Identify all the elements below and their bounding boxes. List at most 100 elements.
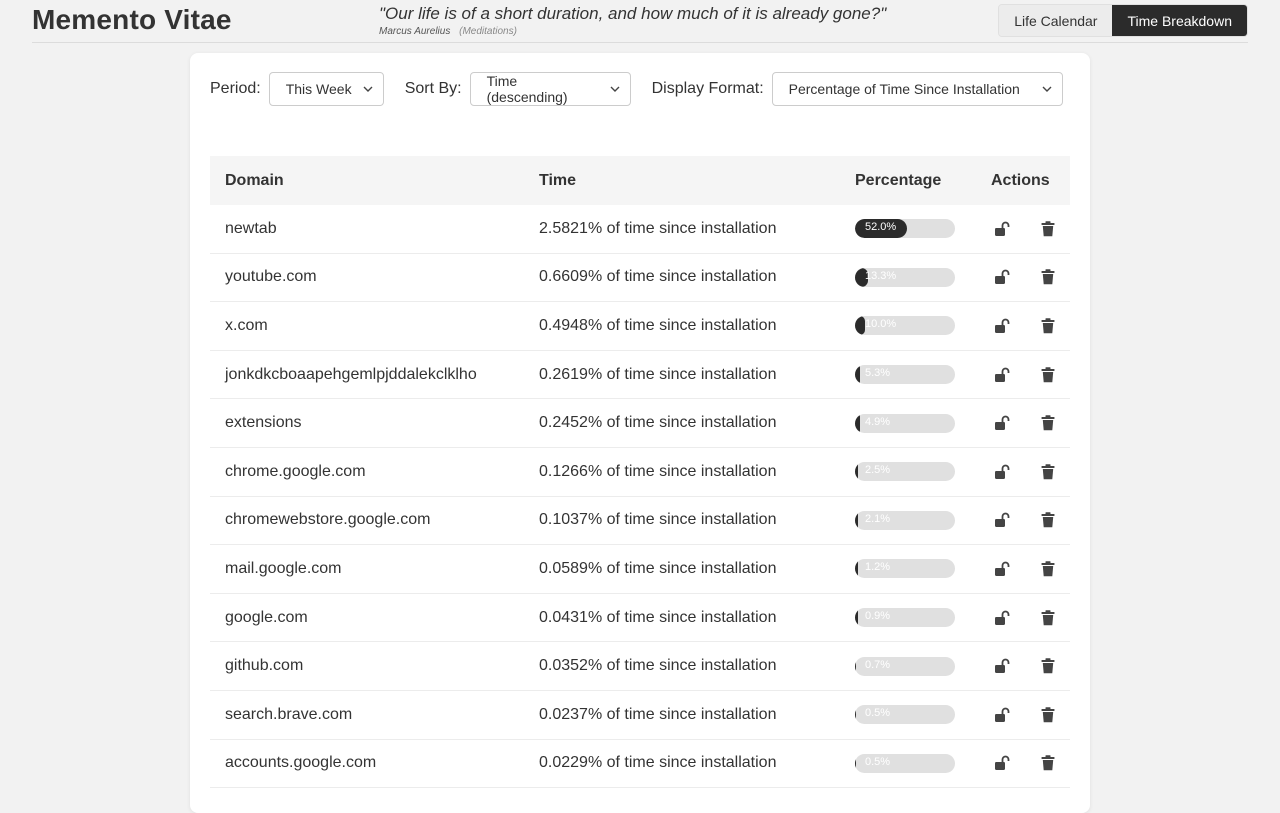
actions-cell (976, 315, 1070, 337)
time-cell: 0.4948% of time since installation (539, 316, 777, 334)
trash-icon[interactable] (1037, 315, 1059, 337)
percentage-bar: 0.5% (855, 753, 955, 773)
trash-icon[interactable] (1037, 364, 1059, 386)
percentage-cell: 4.9% (840, 413, 976, 433)
trash-icon[interactable] (1037, 218, 1059, 240)
unlock-icon[interactable] (991, 655, 1013, 677)
percentage-cell: 5.3% (840, 365, 976, 385)
actions-cell (976, 412, 1070, 434)
header-domain[interactable]: Domain (210, 172, 524, 190)
domain-cell: search.brave.com (225, 705, 353, 723)
trash-icon[interactable] (1037, 412, 1059, 434)
trash-icon[interactable] (1037, 752, 1059, 774)
unlock-icon[interactable] (991, 607, 1013, 629)
trash-icon[interactable] (1037, 704, 1059, 726)
percentage-cell: 13.3% (840, 267, 976, 287)
percentage-bar: 4.9% (855, 413, 955, 433)
percentage-bar-fill (855, 608, 858, 628)
percentage-cell: 0.5% (840, 753, 976, 773)
percentage-label: 5.3% (865, 367, 891, 380)
period-label: Period: (210, 80, 261, 97)
unlock-icon[interactable] (991, 364, 1013, 386)
app-header: Memento Vitae "Our life is of a short du… (32, 0, 1248, 43)
trash-icon[interactable] (1037, 509, 1059, 531)
actions-cell (976, 509, 1070, 531)
time-cell: 0.0431% of time since installation (539, 608, 777, 626)
table-row: github.com 0.0352% of time since install… (210, 642, 1070, 691)
trash-icon[interactable] (1037, 655, 1059, 677)
table-row: x.com 0.4948% of time since installation… (210, 302, 1070, 351)
actions-cell (976, 266, 1070, 288)
domain-cell: accounts.google.com (225, 754, 377, 772)
chevron-down-icon (1032, 84, 1052, 95)
header-time[interactable]: Time (524, 172, 840, 190)
trash-icon[interactable] (1037, 266, 1059, 288)
period-select[interactable]: This Week (268, 72, 384, 106)
format-select[interactable]: Percentage of Time Since Installation (771, 72, 1063, 106)
sort-select[interactable]: Time (descending) (469, 72, 631, 106)
table-row: jonkdkcboaapehgemlpjddalekclklho 0.2619%… (210, 351, 1070, 400)
unlock-icon[interactable] (991, 315, 1013, 337)
time-cell: 0.1266% of time since installation (539, 462, 777, 480)
time-cell: 0.0237% of time since installation (539, 705, 777, 723)
sort-value: Time (descending) (486, 73, 568, 105)
tab-life-calendar[interactable]: Life Calendar (999, 5, 1113, 36)
unlock-icon[interactable] (991, 412, 1013, 434)
quote-author: Marcus Aurelius (379, 26, 451, 37)
domain-cell: jonkdkcboaapehgemlpjddalekclklho (225, 365, 477, 383)
quote-attribution: Marcus Aurelius (Meditations) (379, 26, 517, 37)
trash-icon[interactable] (1037, 558, 1059, 580)
table-row: chrome.google.com 0.1266% of time since … (210, 448, 1070, 497)
unlock-icon[interactable] (991, 752, 1013, 774)
domain-cell: extensions (225, 414, 302, 432)
percentage-cell: 52.0% (840, 219, 976, 239)
actions-cell (976, 558, 1070, 580)
percentage-bar: 13.3% (855, 267, 955, 287)
percentage-bar-fill (855, 559, 858, 579)
percentage-label: 2.1% (865, 512, 891, 525)
app-title: Memento Vitae (32, 4, 232, 35)
unlock-icon[interactable] (991, 558, 1013, 580)
filter-controls: Period: This Week Sort By: Time (descend… (210, 72, 1063, 106)
trash-icon[interactable] (1037, 461, 1059, 483)
domain-cell: newtab (225, 219, 277, 237)
percentage-bar-fill (855, 462, 858, 482)
tab-time-breakdown[interactable]: Time Breakdown (1112, 5, 1247, 36)
unlock-icon[interactable] (991, 509, 1013, 531)
unlock-icon[interactable] (991, 704, 1013, 726)
percentage-bar: 5.3% (855, 365, 955, 385)
percentage-cell: 1.2% (840, 559, 976, 579)
unlock-icon[interactable] (991, 218, 1013, 240)
unlock-icon[interactable] (991, 266, 1013, 288)
table-row: mail.google.com 0.0589% of time since in… (210, 545, 1070, 594)
header-actions: Actions (991, 171, 1050, 189)
domain-cell: chromewebstore.google.com (225, 511, 431, 529)
percentage-cell: 0.5% (840, 705, 976, 725)
percentage-label: 0.9% (865, 610, 891, 623)
trash-icon[interactable] (1037, 607, 1059, 629)
table-body: newtab 2.5821% of time since installatio… (210, 205, 1070, 789)
unlock-icon[interactable] (991, 461, 1013, 483)
domain-cell: mail.google.com (225, 559, 342, 577)
time-cell: 0.2619% of time since installation (539, 365, 777, 383)
table-row: chromewebstore.google.com 0.1037% of tim… (210, 497, 1070, 546)
actions-cell (976, 655, 1070, 677)
time-cell: 0.6609% of time since installation (539, 268, 777, 286)
percentage-bar: 2.1% (855, 510, 955, 530)
percentage-cell: 0.9% (840, 608, 976, 628)
percentage-bar-fill (855, 656, 857, 676)
actions-cell (976, 607, 1070, 629)
percentage-bar: 1.2% (855, 559, 955, 579)
percentage-bar-fill (855, 316, 865, 336)
header-percentage[interactable]: Percentage (840, 172, 976, 190)
percentage-cell: 0.7% (840, 656, 976, 676)
table-header: Domain Time Percentage Actions (210, 156, 1070, 205)
percentage-bar: 2.5% (855, 462, 955, 482)
percentage-label: 0.5% (865, 755, 891, 768)
actions-cell (976, 364, 1070, 386)
percentage-cell: 2.1% (840, 510, 976, 530)
period-value: This Week (285, 81, 352, 97)
time-cell: 0.0352% of time since installation (539, 657, 777, 675)
percentage-bar-fill (855, 510, 858, 530)
breakdown-card: Period: This Week Sort By: Time (descend… (190, 53, 1090, 813)
